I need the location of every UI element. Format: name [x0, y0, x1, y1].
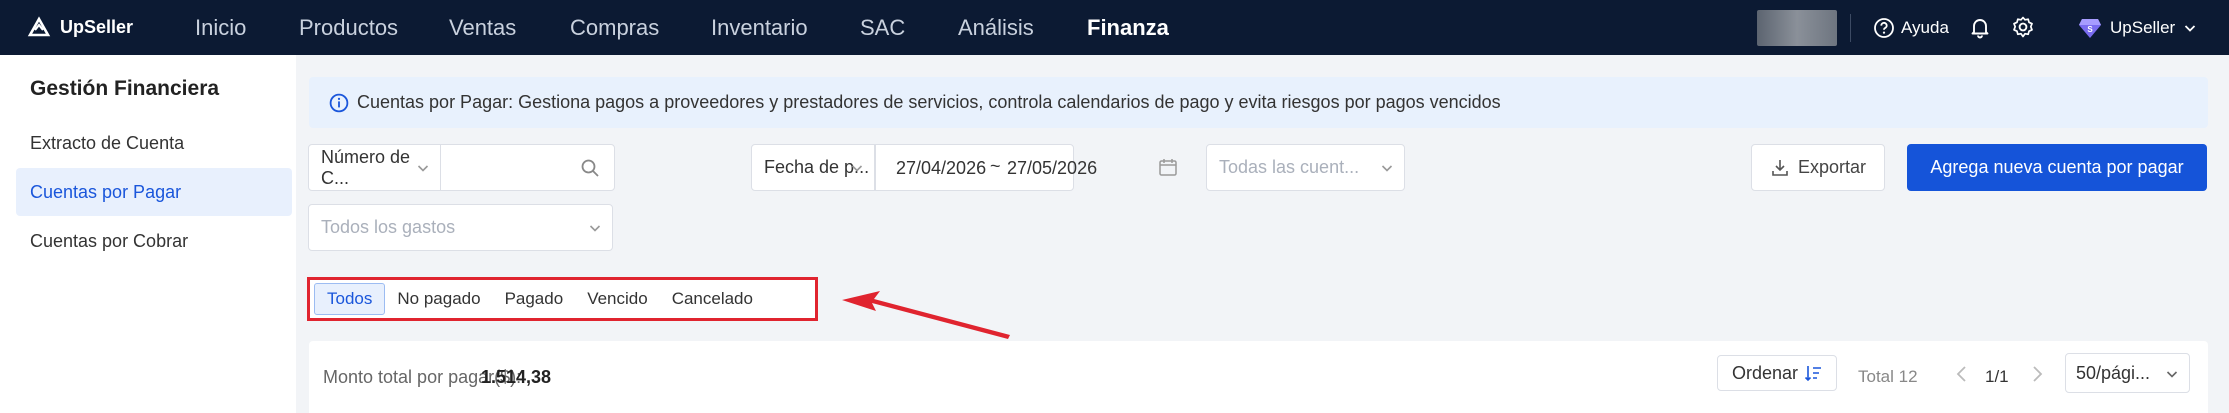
- total-count: Total 12: [1858, 367, 1918, 386]
- nav-item-productos[interactable]: Productos: [299, 15, 398, 41]
- annotation-arrow: [842, 291, 1010, 339]
- sort-icon: [1804, 366, 1822, 382]
- main-content: Cuentas por Pagar: Gestiona pagos a prov…: [296, 55, 2229, 413]
- nav-item-finanza[interactable]: Finanza: [1087, 15, 1169, 41]
- brand-logo[interactable]: UpSeller: [26, 0, 133, 55]
- nav-item-inventario[interactable]: Inventario: [711, 15, 808, 41]
- sidebar-title: Gestión Financiera: [30, 77, 220, 100]
- nav-item-sac[interactable]: SAC: [860, 15, 905, 41]
- top-navigation-bar: UpSeller Inicio Productos Ventas Compras…: [0, 0, 2229, 55]
- question-circle-icon: [1874, 17, 1894, 38]
- sidebar-item-cuentas-por-pagar[interactable]: Cuentas por Pagar: [16, 168, 292, 216]
- nav-item-analisis[interactable]: Análisis: [958, 15, 1034, 41]
- chevron-left-icon[interactable]: [1952, 363, 1972, 385]
- chevron-down-icon: [1381, 165, 1393, 172]
- sort-label: Ordenar: [1731, 362, 1799, 383]
- tab-vencido[interactable]: Vencido: [575, 283, 660, 315]
- nav-item-inicio[interactable]: Inicio: [195, 15, 246, 41]
- page-size-select[interactable]: 50/pági...: [2065, 353, 2190, 393]
- page-indicator: 1/1: [1985, 367, 2009, 386]
- svg-text:S: S: [2087, 25, 2093, 34]
- accounts-placeholder: Todas las cuent...: [1219, 157, 1360, 177]
- upseller-logo-icon: [27, 15, 51, 36]
- search-icon[interactable]: [580, 158, 600, 178]
- nav-item-compras[interactable]: Compras: [570, 15, 659, 41]
- info-icon: [329, 93, 349, 112]
- chevron-right-icon[interactable]: [2027, 363, 2047, 385]
- status-tabs: Todos No pagado Pagado Vencido Cancelado: [307, 277, 818, 321]
- expenses-select[interactable]: Todos los gastos: [308, 204, 613, 251]
- user-menu[interactable]: S UpSeller: [2078, 0, 2197, 55]
- user-name: UpSeller: [2110, 17, 2176, 37]
- date-from: 27/04/2026: [896, 158, 987, 178]
- brand-name: UpSeller: [60, 17, 134, 37]
- page-size-value: 50/pági...: [2076, 362, 2151, 383]
- calendar-icon[interactable]: [1158, 157, 1178, 177]
- tab-no-pagado[interactable]: No pagado: [385, 283, 492, 315]
- date-range-picker[interactable]: 27/04/2026 ~ 27/05/2026: [875, 144, 1097, 191]
- bell-icon[interactable]: [1967, 14, 1993, 40]
- tab-cancelado[interactable]: Cancelado: [660, 283, 765, 315]
- download-icon: [1772, 159, 1788, 176]
- accounts-select[interactable]: Todas las cuent...: [1206, 144, 1405, 191]
- chevron-down-icon: [851, 165, 863, 172]
- export-label: Exportar: [1797, 157, 1867, 177]
- total-payable-value: 1.514,38: [481, 367, 552, 387]
- topbar-divider: [1850, 14, 1851, 42]
- sidebar: Gestión Financiera Extracto de Cuenta Cu…: [0, 55, 296, 413]
- info-banner: Cuentas por Pagar: Gestiona pagos a prov…: [309, 77, 2208, 128]
- date-type-select[interactable]: Fecha de p...: [751, 144, 875, 191]
- help-link[interactable]: Ayuda: [1873, 0, 1949, 55]
- blurred-account-area: [1757, 10, 1837, 46]
- search-input[interactable]: [440, 144, 615, 191]
- add-payable-button[interactable]: Agrega nueva cuenta por pagar: [1907, 144, 2207, 191]
- sort-button[interactable]: Ordenar: [1717, 355, 1837, 391]
- chevron-down-icon: [2166, 371, 2178, 378]
- sidebar-item-extracto-de-cuenta[interactable]: Extracto de Cuenta: [16, 119, 292, 167]
- tab-todos[interactable]: Todos: [314, 283, 386, 315]
- export-button[interactable]: Exportar: [1751, 144, 1885, 191]
- chevron-down-icon: [589, 225, 601, 232]
- help-label: Ayuda: [1901, 17, 1949, 37]
- gear-icon[interactable]: [2010, 14, 2036, 40]
- tab-pagado[interactable]: Pagado: [493, 283, 576, 315]
- nav-item-ventas[interactable]: Ventas: [449, 15, 516, 41]
- search-type-select[interactable]: Número de C...: [308, 144, 441, 191]
- summary-bar: Monto total por pagar($): 1.514,38 Orden…: [309, 341, 2208, 413]
- date-separator: ~: [990, 156, 1001, 176]
- chevron-down-icon: [2185, 24, 2196, 32]
- expenses-placeholder: Todos los gastos: [321, 217, 456, 237]
- chevron-down-icon: [417, 165, 429, 172]
- info-text: Cuentas por Pagar: Gestiona pagos a prov…: [357, 92, 1501, 112]
- date-to: 27/05/2026: [1007, 158, 1098, 178]
- sidebar-item-cuentas-por-cobrar[interactable]: Cuentas por Cobrar: [16, 217, 292, 265]
- diamond-badge-icon: S: [2079, 18, 2101, 38]
